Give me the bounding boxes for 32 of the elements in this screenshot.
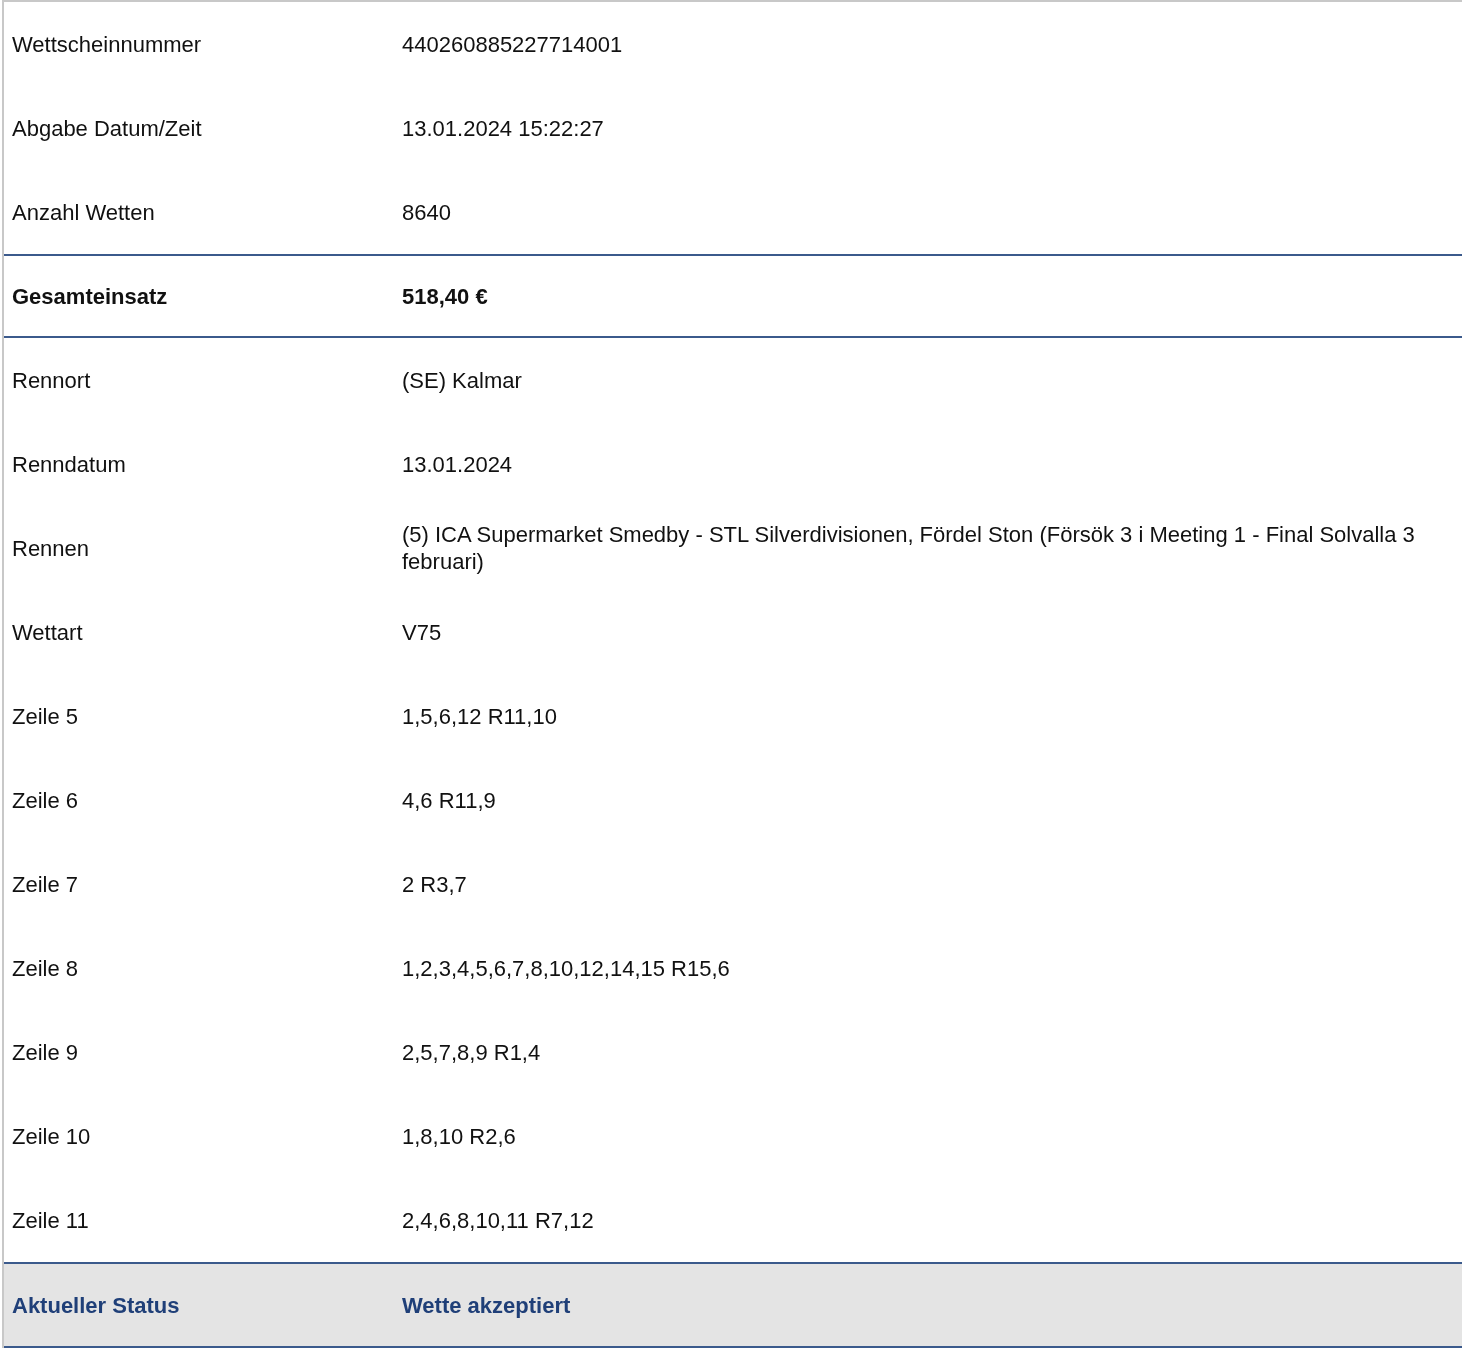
field-label: Anzahl Wetten [11, 198, 156, 226]
field-value: 1,5,6,12 R11,10 [402, 702, 558, 730]
field-value: (SE) Kalmar [402, 366, 523, 394]
field-label: Zeile 7 [11, 870, 80, 898]
field-label: Zeile 8 [11, 954, 80, 982]
field-label: Wettart [11, 618, 84, 646]
field-label: Rennen [11, 534, 91, 562]
field-value: 13.01.2024 [402, 450, 514, 478]
field-label: Zeile 5 [11, 702, 80, 730]
field-value: 13.01.2024 15:22:27 [402, 114, 605, 142]
field-label: Abgabe Datum/Zeit [11, 114, 203, 142]
field-label: Renndatum [11, 450, 127, 478]
field-label: Zeile 11 [11, 1206, 90, 1234]
field-label: Zeile 10 [11, 1122, 92, 1150]
field-value: 2,5,7,8,9 R1,4 [402, 1038, 542, 1066]
field-value: 8640 [402, 198, 452, 226]
field-label: Gesamteinsatz [11, 282, 169, 310]
field-value: 518,40 € [402, 282, 489, 310]
field-value: 440260885227714001 [402, 30, 624, 58]
field-value: Wette akzeptiert [402, 1291, 572, 1319]
field-label: Rennort [11, 366, 92, 394]
field-label: Zeile 9 [11, 1038, 80, 1066]
field-value: (5) ICA Supermarket Smedby - STL Silverdivisionen, Fördel Ston (Försök 3 i Meeting 1 - Final Solvalla 3 februari) [402, 521, 1416, 575]
field-value: 1,2,3,4,5,6,7,8,10,12,14,15 R15,6 [402, 954, 731, 982]
field-value: 4,6 R11,9 [402, 786, 497, 814]
field-value: 1,8,10 R2,6 [402, 1122, 517, 1150]
field-value: 2 R3,7 [402, 870, 468, 898]
field-value: V75 [402, 618, 443, 646]
field-label: Aktueller Status [11, 1291, 181, 1319]
field-value: 2,4,6,8,10,11 R7,12 [402, 1206, 595, 1234]
field-label: Wettscheinnummer [11, 30, 203, 58]
field-label: Zeile 6 [11, 786, 80, 814]
